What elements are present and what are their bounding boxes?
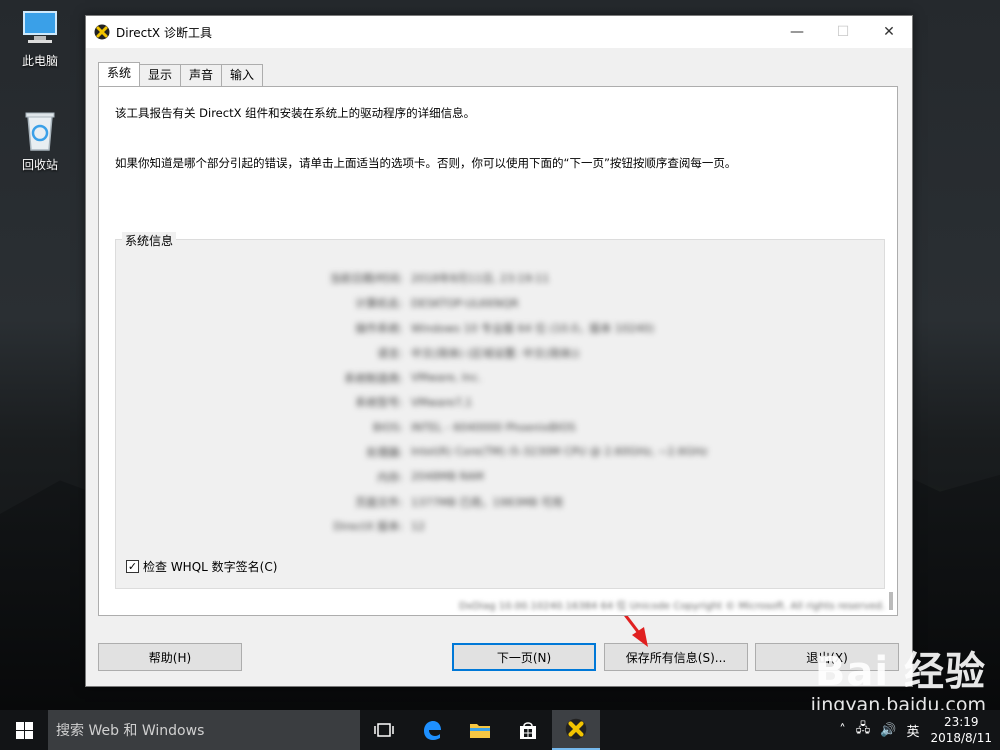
recycle-bin-icon	[25, 112, 55, 151]
checkbox-checked-icon[interactable]: ✓	[126, 560, 139, 573]
info-value: 1377MB 已用，1983MB 可用	[411, 495, 564, 509]
close-icon: ✕	[883, 24, 895, 40]
info-value: 2048MB RAM	[411, 470, 484, 484]
store-bag-icon	[520, 722, 536, 739]
desktop-icon-label: 此电脑	[21, 54, 58, 68]
system-info-rows: 当前日期/时间: 2018年8月11日, 23:19:11 计算机名: DESKTO…	[316, 266, 736, 539]
maximize-button: ☐	[820, 16, 866, 48]
info-value: VMware7,1	[411, 395, 473, 409]
system-info-group: 系统信息 当前日期/时间: 2018年8月11日, 23:19:11 计算机名: D…	[115, 232, 885, 589]
edge-browser-icon	[424, 721, 441, 740]
baidu-logo: Bai 经验	[814, 649, 986, 695]
info-row: DirectX 版本: 12	[316, 514, 736, 539]
info-key: 页面文件:	[355, 495, 403, 509]
taskbar: 搜索 Web 和 Windows ˄ 🖧 🔊 英 23:19 2018/8/11	[0, 710, 1000, 750]
edge-button[interactable]	[408, 710, 456, 750]
info-value: VMware, Inc.	[411, 371, 482, 385]
info-value: DESKTOP-ULKKNQR	[411, 296, 519, 310]
info-row: 页面文件: 1377MB 已用，1983MB 可用	[316, 489, 736, 514]
info-row: 语言: 中文(简体) (区域设置: 中文(简体))	[316, 340, 736, 365]
minimize-button[interactable]: —	[774, 16, 820, 48]
tab-system[interactable]: 系统	[98, 62, 141, 86]
info-key: 计算机名:	[355, 297, 403, 311]
windows-logo-icon	[15, 721, 33, 739]
info-value: 12	[411, 519, 425, 533]
volume-icon[interactable]: 🔊	[880, 723, 896, 738]
taskbar-search-box[interactable]: 搜索 Web 和 Windows	[48, 710, 360, 750]
info-key: BIOS:	[372, 420, 403, 434]
window-title: DirectX 诊断工具	[116, 25, 212, 40]
clock[interactable]: 23:19 2018/8/11	[930, 714, 992, 746]
input-method-indicator[interactable]: 英	[906, 721, 919, 740]
computer-icon	[23, 11, 57, 43]
system-info-label: 系统信息	[122, 232, 177, 249]
info-value: Windows 10 专业版 64 位 (10.0，版本 10240)	[411, 321, 655, 335]
task-view-icon	[374, 723, 394, 737]
tab-sound[interactable]: 声音	[180, 64, 223, 86]
info-key: 操作系统:	[355, 321, 403, 335]
directx-icon	[565, 718, 587, 740]
tab-input[interactable]: 输入	[221, 64, 264, 86]
info-row: 系统制造商: VMware, Inc.	[316, 365, 736, 390]
info-row: 系统型号: VMware7,1	[316, 390, 736, 415]
task-view-button[interactable]	[360, 710, 408, 750]
info-row: 计算机名: DESKTOP-ULKKNQR	[316, 291, 736, 316]
title-bar[interactable]: DirectX 诊断工具 — ☐ ✕	[86, 16, 912, 48]
tab-strip: 系统 显示 声音 输入	[98, 62, 264, 86]
info-row: 处理器: Intel(R) Core(TM) i5-3230M CPU @ 2.6…	[316, 440, 736, 465]
dxdiag-window: DirectX 诊断工具 — ☐ ✕ 系统 显示 声音 输入 该工具报告有关 D…	[85, 15, 913, 687]
dxdiag-taskbar-button[interactable]	[552, 710, 600, 750]
info-key: 系统制造商:	[344, 371, 403, 385]
info-row: 当前日期/时间: 2018年8月11日, 23:19:11	[316, 266, 736, 291]
intro-text: 该工具报告有关 DirectX 组件和安装在系统上的驱动程序的详细信息。	[115, 106, 476, 120]
folder-icon	[470, 724, 490, 738]
info-row: BIOS: INTEL - 6040000 PhoenixBIOS	[316, 415, 736, 440]
desktop-icon-label: 回收站	[21, 158, 58, 172]
minimize-icon: —	[790, 24, 804, 40]
baidu-watermark: Bai 经验 jingyan.baidu.com	[811, 650, 986, 716]
tab-display[interactable]: 显示	[139, 64, 182, 86]
scroll-indicator	[889, 592, 893, 610]
info-key: 语言:	[377, 346, 403, 360]
desktop-icon-this-pc[interactable]: 此电脑	[8, 8, 72, 69]
copyright-text: DxDiag 10.00.10240.16384 64 位 Unicode Co…	[458, 601, 885, 612]
info-row: 内存: 2048MB RAM	[316, 464, 736, 489]
network-icon[interactable]: 🖧	[856, 719, 871, 741]
whql-checkbox[interactable]: ✓ 检查 WHQL 数字签名(C)	[126, 558, 277, 575]
store-button[interactable]	[504, 710, 552, 750]
desktop-icon-recycle-bin[interactable]: 回收站	[8, 108, 72, 173]
system-tab-panel: 该工具报告有关 DirectX 组件和安装在系统上的驱动程序的详细信息。 如果你…	[98, 86, 898, 616]
system-tray: ˄ 🖧 🔊 英 23:19 2018/8/11	[834, 710, 1000, 750]
info-key: 系统型号:	[355, 396, 403, 410]
maximize-icon: ☐	[836, 24, 850, 40]
info-key: 当前日期/时间:	[329, 272, 403, 286]
directx-icon	[94, 24, 110, 40]
info-value: 2018年8月11日, 23:19:11	[411, 272, 550, 286]
info-key: DirectX 版本:	[333, 520, 403, 534]
whql-label: 检查 WHQL 数字签名(C)	[143, 560, 278, 574]
info-value: 中文(简体) (区域设置: 中文(简体))	[411, 346, 580, 360]
start-button[interactable]	[0, 710, 48, 750]
info-row: 操作系统: Windows 10 专业版 64 位 (10.0，版本 10240)	[316, 316, 736, 341]
help-button[interactable]: 帮助(H)	[98, 643, 242, 671]
info-key: 处理器:	[366, 445, 403, 459]
chevron-up-icon[interactable]: ˄	[839, 723, 846, 738]
close-button[interactable]: ✕	[866, 16, 912, 48]
instruction-text: 如果你知道是哪个部分引起的错误，请单击上面适当的选项卡。否则，你可以使用下面的“…	[115, 156, 737, 170]
info-value: Intel(R) Core(TM) i5-3230M CPU @ 2.60GHz…	[411, 445, 708, 459]
file-explorer-button[interactable]	[456, 710, 504, 750]
info-value: INTEL - 6040000 PhoenixBIOS	[411, 420, 576, 434]
info-key: 内存:	[377, 470, 403, 484]
clock-date: 2018/8/11	[930, 731, 992, 745]
clock-time: 23:19	[943, 715, 979, 729]
